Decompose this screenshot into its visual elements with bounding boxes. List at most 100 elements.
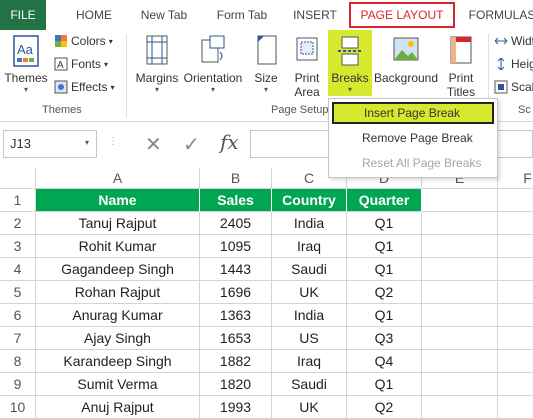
size-button[interactable]: Size ▾ <box>250 34 282 94</box>
tab-insert[interactable]: INSERT <box>286 0 344 30</box>
table-cell[interactable]: Tanuj Rajput <box>36 212 200 235</box>
table-cell[interactable]: Q2 <box>347 281 422 304</box>
tab-form-tab[interactable]: Form Tab <box>206 0 278 30</box>
empty-cell[interactable] <box>498 258 533 281</box>
row-header[interactable]: 4 <box>0 258 36 281</box>
table-cell[interactable]: 1882 <box>200 350 272 373</box>
row-header[interactable]: 5 <box>0 281 36 304</box>
table-cell[interactable]: Q1 <box>347 304 422 327</box>
empty-cell[interactable] <box>498 235 533 258</box>
column-header-f[interactable]: F <box>498 168 533 188</box>
table-header-cell[interactable]: Country <box>272 189 347 212</box>
height-control[interactable]: Heig <box>494 57 533 71</box>
width-control[interactable]: Widt <box>494 34 533 48</box>
empty-cell[interactable] <box>422 281 498 304</box>
table-cell[interactable]: Q1 <box>347 258 422 281</box>
row-header[interactable]: 8 <box>0 350 36 373</box>
remove-page-break-item[interactable]: Remove Page Break <box>332 127 494 149</box>
tab-new-tab[interactable]: New Tab <box>130 0 198 30</box>
colors-button[interactable]: Colors ▾ <box>54 34 113 48</box>
effects-button[interactable]: Effects ▾ <box>54 80 114 94</box>
column-header-a[interactable]: A <box>36 168 200 188</box>
table-cell[interactable]: Sumit Verma <box>36 373 200 396</box>
empty-cell[interactable] <box>498 327 533 350</box>
empty-cell[interactable] <box>422 212 498 235</box>
table-header-cell[interactable]: Name <box>36 189 200 212</box>
tab-formulas[interactable]: FORMULAS <box>462 0 533 30</box>
row-header[interactable]: 1 <box>0 189 36 212</box>
table-cell[interactable]: UK <box>272 281 347 304</box>
table-cell[interactable]: 1363 <box>200 304 272 327</box>
empty-cell[interactable] <box>498 304 533 327</box>
enter-icon[interactable]: ✓ <box>183 132 200 157</box>
empty-cell[interactable] <box>422 373 498 396</box>
scale-control[interactable]: Scal <box>494 80 533 94</box>
table-cell[interactable]: Rohit Kumar <box>36 235 200 258</box>
table-cell[interactable]: 2405 <box>200 212 272 235</box>
table-cell[interactable]: US <box>272 327 347 350</box>
name-box[interactable]: J13 <box>3 130 97 158</box>
empty-cell[interactable] <box>498 373 533 396</box>
table-cell[interactable]: Gagandeep Singh <box>36 258 200 281</box>
table-header-cell[interactable]: Sales <box>200 189 272 212</box>
empty-cell[interactable] <box>498 396 533 419</box>
background-button[interactable]: Background <box>372 34 440 85</box>
empty-cell[interactable] <box>498 212 533 235</box>
tab-home[interactable]: HOME <box>64 0 124 30</box>
table-cell[interactable]: Q3 <box>347 327 422 350</box>
cancel-icon[interactable]: ✕ <box>145 132 162 157</box>
print-titles-button[interactable]: Print Titles <box>442 34 480 99</box>
insert-function-button[interactable]: fx <box>220 130 239 154</box>
select-all-corner[interactable] <box>0 168 36 188</box>
table-cell[interactable]: Iraq <box>272 350 347 373</box>
insert-page-break-item[interactable]: Insert Page Break <box>332 102 494 124</box>
themes-button[interactable]: Aa Themes ▾ <box>4 34 48 94</box>
table-cell[interactable]: Q4 <box>347 350 422 373</box>
empty-cell[interactable] <box>498 281 533 304</box>
table-cell[interactable]: Q2 <box>347 396 422 419</box>
row-header[interactable]: 10 <box>0 396 36 419</box>
row-header[interactable]: 3 <box>0 235 36 258</box>
row-header[interactable]: 6 <box>0 304 36 327</box>
tab-page-layout[interactable]: PAGE LAYOUT <box>349 2 455 28</box>
chevron-down-icon[interactable]: ▾ <box>85 138 89 147</box>
table-cell[interactable]: 1820 <box>200 373 272 396</box>
column-header-b[interactable]: B <box>200 168 272 188</box>
row-header[interactable]: 9 <box>0 373 36 396</box>
table-cell[interactable]: Saudi <box>272 373 347 396</box>
table-cell[interactable]: 1095 <box>200 235 272 258</box>
empty-cell[interactable] <box>422 235 498 258</box>
empty-cell[interactable] <box>498 189 533 212</box>
print-area-button[interactable]: Print Area <box>288 34 326 99</box>
margins-button[interactable]: Margins ▾ <box>131 34 183 94</box>
reset-all-page-breaks-item[interactable]: Reset All Page Breaks <box>332 152 494 174</box>
table-cell[interactable]: 1653 <box>200 327 272 350</box>
empty-cell[interactable] <box>498 350 533 373</box>
breaks-button[interactable]: Breaks ▾ <box>328 30 372 96</box>
row-header[interactable]: 2 <box>0 212 36 235</box>
empty-cell[interactable] <box>422 189 498 212</box>
table-cell[interactable]: Saudi <box>272 258 347 281</box>
table-cell[interactable]: Anuj Rajput <box>36 396 200 419</box>
orientation-button[interactable]: Orientation ▾ <box>180 34 246 94</box>
table-cell[interactable]: Karandeep Singh <box>36 350 200 373</box>
table-cell[interactable]: 1993 <box>200 396 272 419</box>
empty-cell[interactable] <box>422 327 498 350</box>
empty-cell[interactable] <box>422 304 498 327</box>
table-cell[interactable]: Iraq <box>272 235 347 258</box>
empty-cell[interactable] <box>422 396 498 419</box>
table-header-cell[interactable]: Quarter <box>347 189 422 212</box>
table-cell[interactable]: Ajay Singh <box>36 327 200 350</box>
table-cell[interactable]: Q1 <box>347 235 422 258</box>
tab-file[interactable]: FILE <box>0 0 46 30</box>
fonts-button[interactable]: A Fonts ▾ <box>54 57 108 71</box>
table-cell[interactable]: India <box>272 304 347 327</box>
table-cell[interactable]: Q1 <box>347 212 422 235</box>
empty-cell[interactable] <box>422 350 498 373</box>
table-cell[interactable]: Anurag Kumar <box>36 304 200 327</box>
row-header[interactable]: 7 <box>0 327 36 350</box>
table-cell[interactable]: 1443 <box>200 258 272 281</box>
table-cell[interactable]: 1696 <box>200 281 272 304</box>
table-cell[interactable]: Q1 <box>347 373 422 396</box>
table-cell[interactable]: Rohan Rajput <box>36 281 200 304</box>
